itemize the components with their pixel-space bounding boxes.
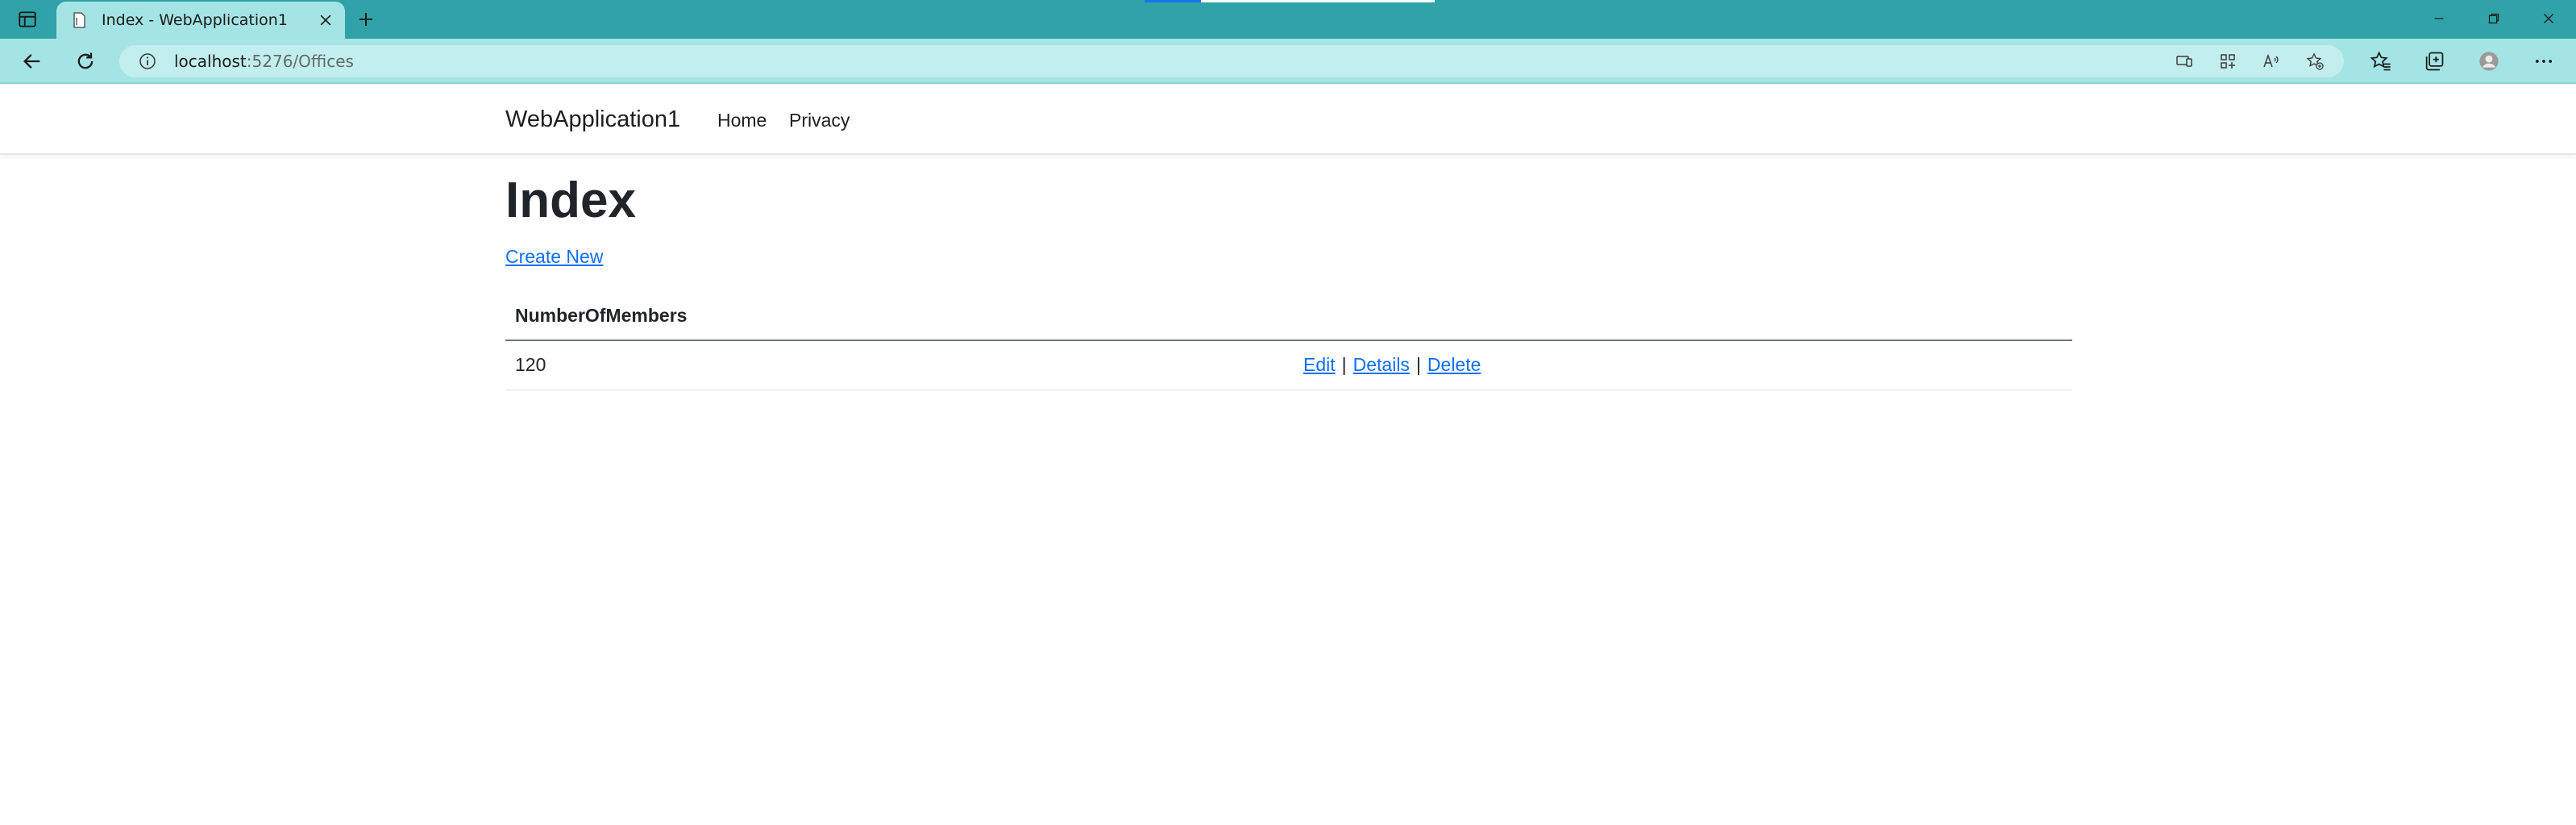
cell-actions: Edit | Details | Delete	[1294, 340, 2072, 390]
browser-tab-strip: Index - WebApplication1	[0, 0, 2576, 39]
tab-actions-icon[interactable]	[11, 6, 44, 32]
column-header-number-of-members: NumberOfMembers	[505, 292, 1294, 341]
nav-link-privacy[interactable]: Privacy	[789, 110, 850, 131]
close-window-icon[interactable]	[2521, 0, 2576, 37]
action-separator: |	[1415, 354, 1421, 376]
offices-table: NumberOfMembers 120 Edit | Details | Delete	[505, 292, 2072, 390]
navbar-brand[interactable]: WebApplication1	[505, 106, 680, 133]
edit-link[interactable]: Edit	[1303, 354, 1336, 375]
cell-number-of-members: 120	[505, 340, 1294, 390]
address-bar-icons	[2167, 48, 2333, 74]
address-bar[interactable]: localhost:5276/Offices	[119, 45, 2344, 77]
site-navbar: WebApplication1 Home Privacy	[0, 85, 2576, 155]
details-link[interactable]: Details	[1353, 354, 1410, 375]
table-row: 120 Edit | Details | Delete	[505, 340, 2072, 390]
device-icon[interactable]	[2167, 48, 2202, 74]
page-icon	[68, 9, 90, 31]
back-arrow-icon[interactable]	[15, 45, 50, 77]
minimize-icon[interactable]	[2412, 0, 2466, 37]
loading-indicator	[1145, 0, 1201, 2]
close-icon[interactable]	[311, 6, 340, 35]
more-icon[interactable]	[2526, 45, 2561, 77]
read-aloud-icon[interactable]	[2254, 48, 2289, 74]
url-path: :5276/Offices	[246, 52, 354, 71]
restore-icon[interactable]	[2466, 0, 2521, 37]
browser-toolbar: localhost:5276/Offices	[0, 39, 2576, 84]
loading-indicator-track	[1201, 0, 1435, 2]
collections-icon[interactable]	[2416, 45, 2452, 77]
nav-link-home[interactable]: Home	[717, 110, 767, 131]
plus-icon[interactable]	[351, 6, 380, 32]
url-host: localhost	[174, 52, 247, 71]
delete-link[interactable]: Delete	[1427, 354, 1481, 375]
column-header-actions	[1294, 292, 2072, 341]
profile-icon[interactable]	[2471, 45, 2507, 77]
tab-title: Index - WebApplication1	[102, 11, 288, 29]
info-icon[interactable]	[135, 49, 160, 73]
apps-icon[interactable]	[2210, 48, 2246, 74]
address-url[interactable]: localhost:5276/Offices	[174, 52, 354, 71]
favorite-add-icon[interactable]	[2297, 48, 2333, 74]
page-title: Index	[505, 173, 636, 228]
table-header-row: NumberOfMembers	[505, 292, 2072, 341]
browser-tab-active[interactable]: Index - WebApplication1	[56, 2, 345, 39]
create-new-link[interactable]: Create New	[505, 246, 603, 268]
favorites-icon[interactable]	[2363, 45, 2399, 77]
action-separator: |	[1341, 354, 1347, 376]
refresh-icon[interactable]	[68, 45, 103, 77]
